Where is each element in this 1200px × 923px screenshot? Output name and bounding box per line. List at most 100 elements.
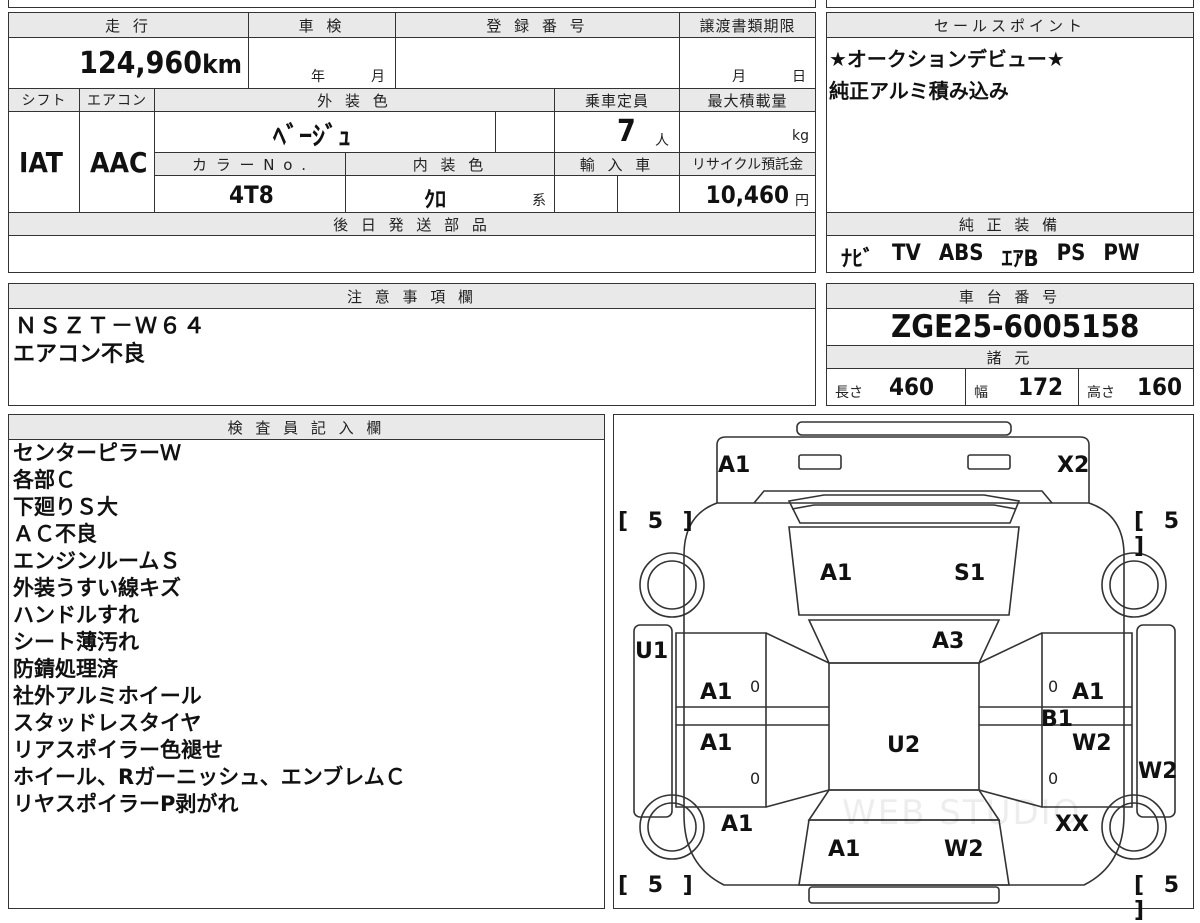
color-no-value: 4T8 bbox=[229, 181, 274, 209]
later-parts-header: 後 日 発 送 部 品 bbox=[8, 212, 816, 236]
damage-left-pillar: U1 bbox=[635, 639, 669, 664]
color-no-header: カ ラ ー N o . bbox=[154, 152, 346, 176]
watermark: WEB STUDIO bbox=[842, 793, 1082, 833]
exterior-color-cell: ﾍﾞｰｼﾞｭ bbox=[154, 111, 496, 153]
spec-length-label: 長さ bbox=[835, 385, 863, 401]
specs-header: 諸 元 bbox=[826, 345, 1194, 369]
inspector-line-12: リアスポイラー色褪せ bbox=[13, 738, 223, 762]
recycle-fee-unit: 円 bbox=[795, 193, 809, 209]
sales-point-header: セールスポイント bbox=[826, 12, 1194, 38]
inspector-line-5: エンジンルームＳ bbox=[13, 549, 181, 573]
spec-height-value: 160 bbox=[1137, 373, 1183, 401]
damage-front-right-corner: X2 bbox=[1057, 453, 1090, 478]
deadline-month-label: 月 bbox=[732, 69, 746, 85]
car-diagram-panel: [ 5 ] [ 5 ] [ 5 ] [ 5 ] A1 X2 A1 S1 A3 U… bbox=[613, 414, 1194, 923]
deadline-day-label: 日 bbox=[792, 69, 806, 85]
genuine-equipment-header: 純 正 装 備 bbox=[826, 212, 1194, 236]
zero-mark-left-front: 0 bbox=[750, 677, 761, 696]
damage-hood-right: S1 bbox=[954, 561, 986, 586]
car-outline-diagram bbox=[633, 421, 1176, 904]
interior-color-value: ｸﾛ bbox=[424, 188, 447, 213]
transfer-deadline-cell: 月 日 bbox=[679, 37, 816, 89]
shift-value: IAT bbox=[19, 146, 63, 179]
capacity-cell: 7 人 bbox=[554, 111, 680, 153]
notes-line-1: ＮＳＺＴ－Ｗ６４ bbox=[15, 314, 208, 339]
inspection-header: 車 検 bbox=[248, 12, 396, 38]
chassis-number-cell: ZGE25-6005158 bbox=[826, 308, 1194, 346]
interior-color-suffix: 系 bbox=[532, 193, 546, 209]
max-load-header: 最大積載量 bbox=[679, 88, 816, 112]
shift-header: シフト bbox=[8, 88, 80, 112]
inspection-cell: 年 月 bbox=[248, 37, 396, 89]
tire-mark-front-right: [ 5 ] bbox=[1134, 509, 1186, 559]
sales-point-line-2: 純正アルミ積み込み bbox=[829, 79, 1009, 103]
inspector-line-13: ホイール、Rガーニッシュ、エンブレムＣ bbox=[13, 765, 406, 789]
inspector-line-10: 社外アルミホイール bbox=[13, 684, 202, 708]
interior-color-header: 内 装 色 bbox=[345, 152, 555, 176]
inspector-line-1: センターピラーＷ bbox=[13, 441, 181, 465]
aircon-value: AAC bbox=[90, 146, 148, 179]
damage-left-rear-door: A1 bbox=[700, 731, 733, 756]
capacity-unit: 人 bbox=[655, 133, 669, 149]
spec-height-label: 高さ bbox=[1087, 385, 1115, 401]
chassis-number-header: 車 台 番 号 bbox=[826, 283, 1194, 309]
tire-mark-front-left: [ 5 ] bbox=[618, 509, 699, 534]
inspector-line-7: ハンドルすれ bbox=[13, 603, 139, 627]
damage-trunk-left: A1 bbox=[828, 837, 861, 862]
zero-mark-left-rear: 0 bbox=[750, 769, 761, 788]
damage-right-rear-side: W2 bbox=[1138, 759, 1178, 784]
zero-mark-right-rear: 0 bbox=[1048, 769, 1059, 788]
recycle-fee-header: リサイクル預託金 bbox=[679, 152, 816, 176]
import-header: 輸 入 車 bbox=[554, 152, 680, 176]
exterior-color-extra-cell bbox=[495, 111, 555, 153]
equipment-pw: PW bbox=[1103, 241, 1140, 266]
damage-roof: U2 bbox=[887, 733, 921, 758]
damage-windshield: A3 bbox=[932, 629, 965, 654]
exterior-color-value: ﾍﾞｰｼﾞｭ bbox=[273, 122, 352, 152]
damage-right-pillar: B1 bbox=[1041, 707, 1074, 732]
genuine-equipment-cell: ﾅﾋﾞ TV ABS ｴｱB PS PW bbox=[826, 235, 1194, 273]
registration-cell bbox=[395, 37, 680, 89]
sales-point-cell: ★オークションデビュー★ 純正アルミ積み込み bbox=[826, 37, 1194, 213]
mileage-value: 124,960 bbox=[79, 46, 202, 81]
top-cut-strip bbox=[8, 0, 816, 8]
mileage-unit: km bbox=[202, 50, 242, 80]
inspection-month-label: 月 bbox=[371, 69, 385, 85]
notes-cell: ＮＳＺＴ－Ｗ６４ エアコン不良 bbox=[8, 308, 816, 406]
inspector-notes-list: センターピラーＷ 各部Ｃ 下廻りＳ大 ＡＣ不良 エンジンルームＳ 外装うすい線キ… bbox=[13, 440, 406, 818]
capacity-header: 乗車定員 bbox=[554, 88, 680, 112]
tire-mark-rear-right: [ 5 ] bbox=[1134, 873, 1186, 923]
aircon-header: エアコン bbox=[79, 88, 155, 112]
inspector-notes-header: 検 査 員 記 入 欄 bbox=[8, 414, 605, 440]
equipment-navi: ﾅﾋﾞ bbox=[841, 247, 875, 272]
mileage-header: 走 行 bbox=[8, 12, 249, 38]
inspector-line-3: 下廻りＳ大 bbox=[13, 495, 118, 519]
registration-header: 登 録 番 号 bbox=[395, 12, 680, 38]
equipment-ps: PS bbox=[1056, 241, 1086, 266]
interior-color-cell: ｸﾛ 系 bbox=[345, 175, 555, 213]
damage-right-rear-door: W2 bbox=[1072, 731, 1112, 756]
import-cell-a bbox=[554, 175, 618, 213]
spec-width-label: 幅 bbox=[974, 385, 988, 401]
inspector-line-4: ＡＣ不良 bbox=[13, 522, 97, 546]
damage-front-left-corner: A1 bbox=[718, 453, 751, 478]
later-parts-cell bbox=[8, 235, 816, 273]
damage-hood-left: A1 bbox=[820, 561, 853, 586]
mileage-cell: 124,960 km bbox=[8, 37, 249, 89]
chassis-number-value: ZGE25-6005158 bbox=[891, 309, 1140, 345]
damage-right-front-door: A1 bbox=[1072, 680, 1105, 705]
recycle-fee-value: 10,460 bbox=[705, 181, 789, 209]
transfer-deadline-header: 譲渡書類期限 bbox=[679, 12, 816, 38]
inspector-line-2: 各部Ｃ bbox=[13, 468, 76, 492]
shift-cell: IAT bbox=[8, 111, 80, 213]
spec-width-value: 172 bbox=[1018, 373, 1064, 401]
aircon-cell: AAC bbox=[79, 111, 155, 213]
spec-height-cell: 高さ 160 bbox=[1078, 368, 1194, 406]
notes-header: 注 意 事 項 欄 bbox=[8, 283, 816, 309]
inspector-line-11: スタッドレスタイヤ bbox=[13, 711, 202, 735]
top-right-cut-strip bbox=[826, 0, 1194, 8]
inspector-line-6: 外装うすい線キズ bbox=[13, 576, 181, 600]
equipment-tv: TV bbox=[892, 241, 921, 266]
import-cell-b bbox=[617, 175, 680, 213]
damage-trunk-right: W2 bbox=[944, 837, 984, 862]
